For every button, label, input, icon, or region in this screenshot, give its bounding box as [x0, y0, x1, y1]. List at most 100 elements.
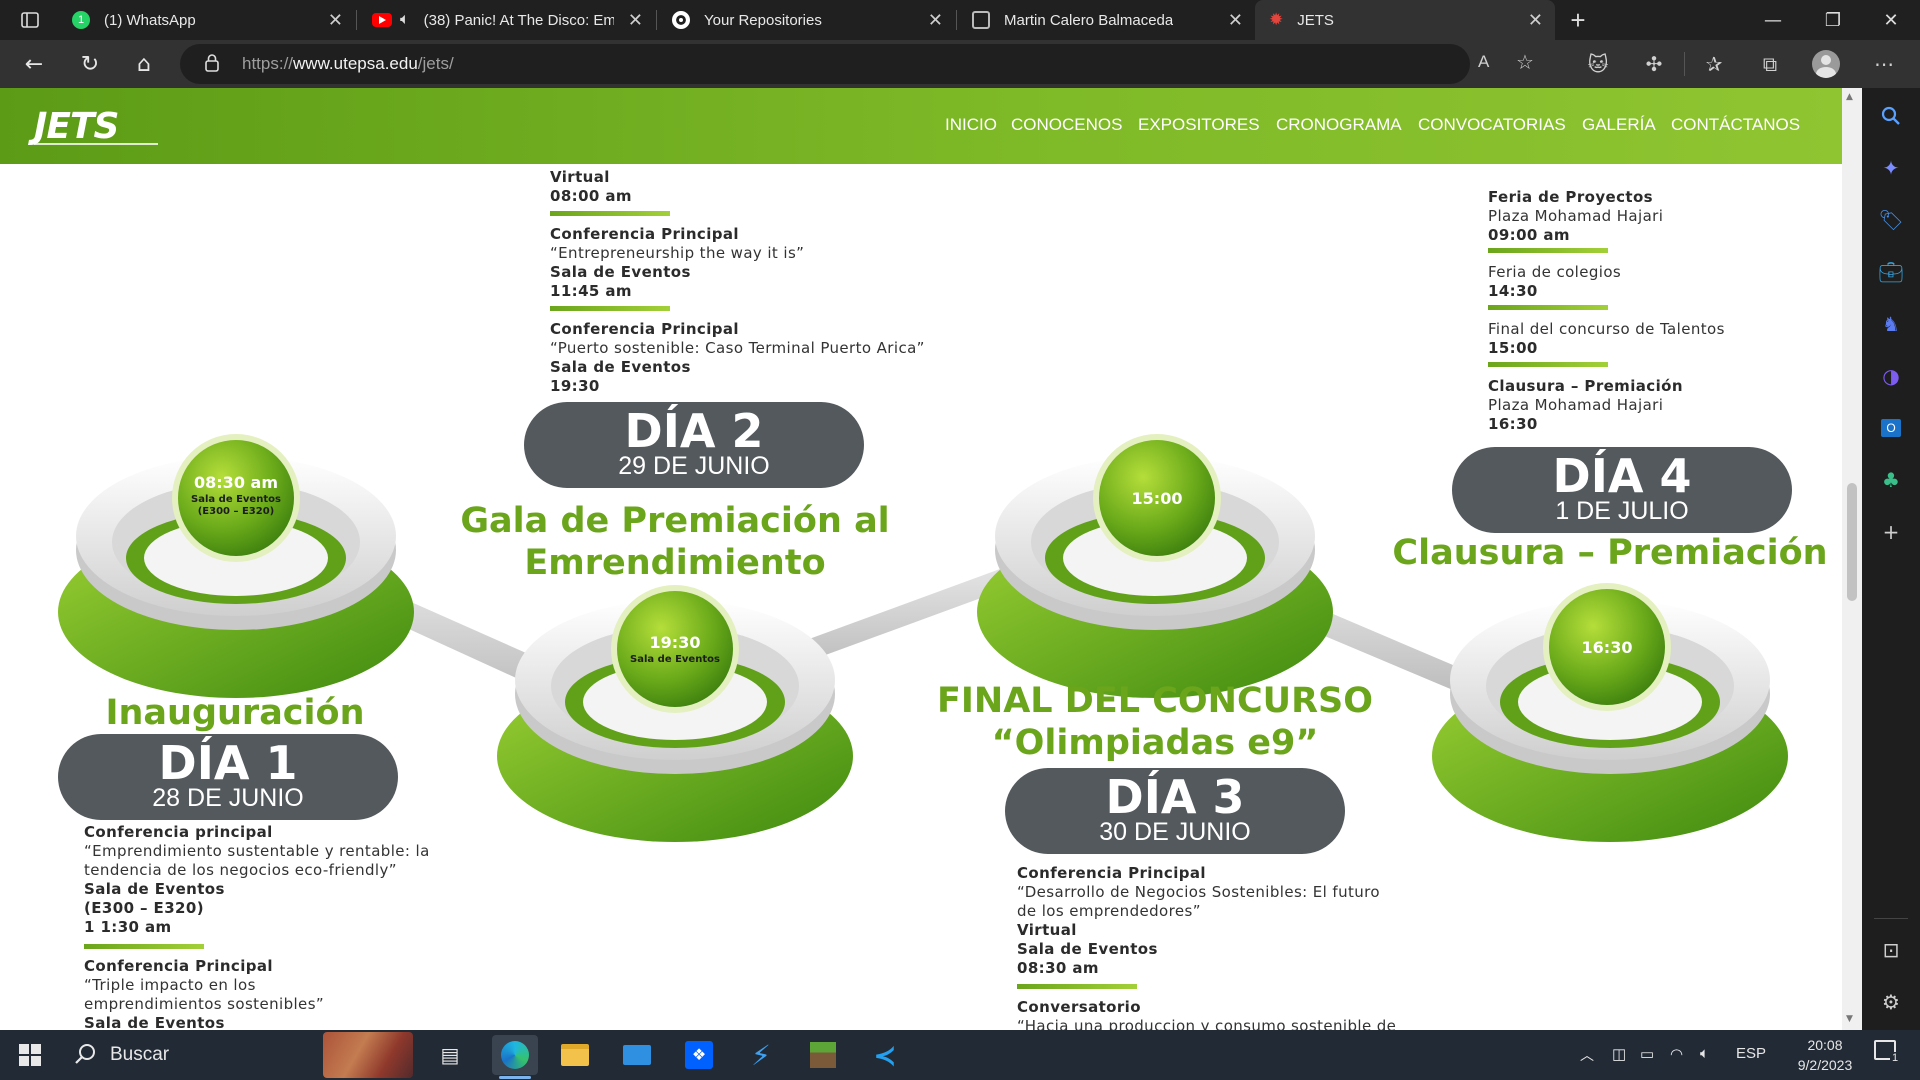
tab-title: (1) WhatsApp	[104, 11, 196, 29]
close-icon[interactable]: ✕	[1528, 10, 1543, 31]
tray-language[interactable]: ESP	[1736, 1045, 1766, 1062]
favorites-icon[interactable]: ✰	[1696, 46, 1732, 82]
address-bar[interactable]: https://www.utepsa.edu/jets/ A ☆	[180, 44, 1534, 84]
scroll-thumb[interactable]	[1847, 483, 1857, 601]
schedule-day4-title: Feria de Proyectos	[1488, 188, 1653, 206]
divider	[84, 944, 204, 949]
logo-underline	[34, 143, 158, 149]
task-view-button[interactable]: ▤	[430, 1035, 470, 1075]
read-aloud-icon[interactable]: A	[1478, 52, 1489, 72]
close-icon[interactable]: ✕	[1228, 10, 1243, 31]
nav-contactanos[interactable]: CONTÁCTANOS	[1671, 115, 1800, 135]
nav-cronograma[interactable]: CRONOGRAMA	[1276, 115, 1402, 135]
day3-pill: DÍA 3 30 DE JUNIO	[1005, 768, 1345, 854]
close-icon[interactable]: ✕	[628, 10, 643, 31]
taskbar-file-explorer[interactable]	[555, 1035, 595, 1075]
start-button[interactable]	[10, 1035, 50, 1075]
tab-actions-button[interactable]	[10, 0, 50, 40]
site-header: JETS INICIO CONOCENOS EXPOSITORES CRONOG…	[0, 88, 1842, 164]
close-icon[interactable]: ✕	[928, 10, 943, 31]
speaker-icon[interactable]: 🔈︎	[400, 11, 410, 29]
edge-sidebar: ✦ 🏷︎ 💼︎ ♞ ◑ O ♣ + ⊡ ⚙	[1862, 88, 1920, 1030]
tab-profile[interactable]: Martin Calero Balmaceda ✕	[960, 0, 1255, 40]
nav-convocatorias[interactable]: CONVOCATORIAS	[1418, 115, 1566, 135]
settings-gear-icon[interactable]: ⚙	[1879, 990, 1903, 1014]
schedule-day2-place: Sala de Eventos	[550, 263, 691, 281]
ball-place-day1: Sala de Eventos	[191, 494, 281, 505]
page-scrollbar[interactable]: ▲ ▼	[1842, 88, 1862, 1030]
hide-sidebar-icon[interactable]: ⊡	[1879, 938, 1903, 962]
nav-inicio[interactable]: INICIO	[945, 115, 997, 135]
scroll-up-icon[interactable]: ▲	[1846, 92, 1853, 102]
tray-wifi-icon[interactable]: ◠	[1670, 1045, 1683, 1063]
search-icon[interactable]	[1879, 104, 1903, 128]
jets-logo[interactable]: JETS	[34, 106, 119, 147]
divider	[1488, 305, 1608, 310]
divider	[1488, 248, 1608, 253]
taskbar-search-placeholder: Buscar	[110, 1044, 170, 1065]
schedule-day1-desc: emprendimientos sostenibles”	[84, 995, 325, 1013]
day1-date: 28 DE JUNIO	[152, 784, 304, 812]
notification-center-button[interactable]: 1	[1874, 1040, 1901, 1064]
tray-clock[interactable]: 20:08 9/2/2023	[1790, 1035, 1860, 1075]
web-page: 08:30 am Sala de Eventos (E300 – E320) 1…	[0, 88, 1842, 1030]
extensions-puzzle-icon[interactable]: ✣	[1636, 46, 1672, 82]
minimize-button[interactable]: —	[1744, 0, 1802, 40]
tools-briefcase-icon[interactable]: 💼︎	[1878, 260, 1903, 284]
tab-youtube[interactable]: 🔈︎ (38) Panic! At The Disco: Em ✕	[360, 0, 655, 40]
taskbar-dropbox[interactable]: ❖	[679, 1035, 719, 1075]
restore-button[interactable]: ❐	[1804, 0, 1862, 40]
new-tab-button[interactable]: +	[1560, 0, 1596, 40]
tray-battery-icon[interactable]: ▭	[1640, 1045, 1654, 1063]
tray-chevron-icon[interactable]: ︿	[1580, 1045, 1594, 1065]
tray-volume-icon[interactable]: 🔈︎	[1700, 1045, 1709, 1062]
favorite-star-icon[interactable]: ☆	[1516, 50, 1534, 74]
schedule-day2-time: 08:00 am	[550, 187, 632, 205]
tab-actions-icon	[21, 12, 39, 28]
taskbar-minecraft[interactable]	[803, 1035, 843, 1075]
taskbar-edge[interactable]	[492, 1035, 538, 1075]
tab-title: JETS	[1297, 11, 1334, 29]
restore-icon: ❐	[1824, 9, 1842, 31]
home-button[interactable]: ⌂	[126, 46, 162, 82]
day4-pill: DÍA 4 1 DE JULIO	[1452, 447, 1792, 533]
tab-whatsapp[interactable]: 1 (1) WhatsApp ✕	[60, 0, 355, 40]
schedule-day3-time: 08:30 am	[1017, 959, 1099, 977]
tab-jets[interactable]: ✹ JETS ✕	[1255, 0, 1555, 40]
whatsapp-icon: 1	[72, 11, 90, 29]
tab-github[interactable]: Your Repositories ✕	[660, 0, 955, 40]
taskbar-mail[interactable]	[617, 1035, 657, 1075]
profile-avatar[interactable]	[1808, 46, 1844, 82]
outlook-icon[interactable]: O	[1879, 416, 1903, 440]
scroll-down-icon[interactable]: ▼	[1846, 1014, 1853, 1024]
close-window-button[interactable]: ✕	[1862, 0, 1920, 40]
refresh-button[interactable]: ↻	[72, 46, 108, 82]
back-button[interactable]: ←	[16, 46, 52, 82]
github-icon	[672, 11, 690, 29]
games-icon[interactable]: ♞	[1879, 312, 1903, 336]
nav-galeria[interactable]: GALERÍA	[1582, 115, 1656, 135]
collections-icon[interactable]: ⧉	[1752, 46, 1788, 82]
nav-conocenos[interactable]: CONOCENOS	[1011, 115, 1122, 135]
nav-expositores[interactable]: EXPOSITORES	[1138, 115, 1260, 135]
taskbar-search-box[interactable]: Buscar	[65, 1030, 413, 1080]
tray-camera-icon[interactable]: ◫	[1612, 1045, 1626, 1063]
notification-count: 1	[1890, 1052, 1901, 1064]
more-menu-icon[interactable]: ⋯	[1866, 46, 1902, 82]
taskbar-azure-studio[interactable]: ⚡︎	[741, 1035, 781, 1075]
divider	[1017, 984, 1137, 989]
shopping-tag-icon[interactable]: 🏷︎	[1878, 208, 1903, 232]
extension-cat-icon[interactable]: 🐱︎	[1580, 46, 1616, 82]
time-ball-day1: 08:30 am Sala de Eventos (E300 – E320)	[172, 434, 300, 562]
office-icon[interactable]: ◑	[1879, 364, 1903, 388]
schedule-day1-rooms: (E300 – E320)	[84, 899, 204, 917]
refresh-icon: ↻	[80, 51, 100, 77]
folder-icon	[561, 1044, 589, 1066]
ball-rooms-day1: (E300 – E320)	[198, 506, 275, 517]
taskbar-vscode[interactable]: ≺	[865, 1035, 905, 1075]
drop-tree-icon[interactable]: ♣	[1879, 468, 1903, 492]
add-sidebar-app-icon[interactable]: +	[1879, 520, 1903, 544]
copilot-sparkle-icon[interactable]: ✦	[1879, 156, 1903, 180]
schedule-day4-time: 14:30	[1488, 282, 1538, 300]
close-icon[interactable]: ✕	[328, 10, 343, 31]
